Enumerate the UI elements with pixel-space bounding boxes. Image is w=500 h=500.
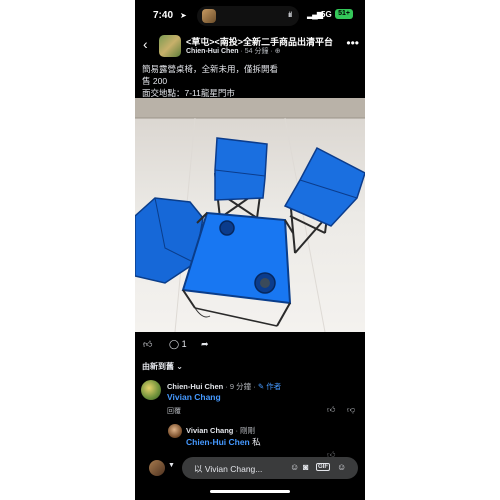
comment-input[interactable]: 以 Vivian Chang... ☺ ◙ GIF ☺ <box>182 457 358 479</box>
mention-link[interactable]: Chien-Hui Chen <box>186 437 250 447</box>
phone-screen: 7:40 ➤ ılıl ▂▄▆ 5G 51+ ‹ <草屯><南投>全新二手商品出… <box>135 0 365 500</box>
mention-link[interactable]: Vivian Chang <box>167 392 221 402</box>
like-icon[interactable]: 👍︎ <box>143 339 152 350</box>
audio-wave-icon: ılıl <box>288 12 292 19</box>
group-avatar[interactable] <box>159 35 181 57</box>
comment-sort-dropdown[interactable]: 由新到舊 ⌄ <box>142 361 183 372</box>
camping-furniture-image <box>135 98 365 332</box>
camera-icon[interactable]: ◙ <box>303 462 308 472</box>
post-header: ‹ <草屯><南投>全新二手商品出清平台 Chien-Hui Chen · 54… <box>135 32 365 58</box>
home-indicator <box>210 490 290 493</box>
post-photo[interactable] <box>135 98 365 332</box>
gif-icon[interactable]: GIF <box>316 463 330 471</box>
clock: 7:40 <box>153 10 174 21</box>
commenter-name[interactable]: Vivian Chang <box>186 426 233 435</box>
thumbs-down-icon[interactable]: 👎︎ <box>347 405 355 415</box>
comment-header: Chien-Hui Chen · 9 分鐘 · ✎ 作者 <box>167 381 281 392</box>
commenter-avatar[interactable] <box>141 380 161 400</box>
network-type: 5G <box>321 10 332 19</box>
comment-time: · 剛剛 <box>233 426 256 435</box>
dynamic-island[interactable]: ılıl <box>197 6 299 26</box>
comment-button[interactable]: ◯ 1 <box>169 339 187 350</box>
comment-text: Chien-Hui Chen 私 <box>186 436 261 448</box>
post-time: · 54 分鐘 · <box>238 48 275 55</box>
chevron-down-icon: ⌄ <box>176 362 183 371</box>
author-badge: ✎ 作者 <box>257 382 282 391</box>
back-arrow-icon[interactable]: ‹ <box>143 36 148 52</box>
signal-icon: ▂▄▆ <box>307 10 323 19</box>
comment-placeholder: 以 Vivian Chang... <box>194 464 263 474</box>
caret-down-icon[interactable]: ▼ <box>168 462 175 469</box>
comment-body: 私 <box>249 437 261 447</box>
current-user-avatar[interactable] <box>149 460 165 476</box>
comment-header: Vivian Chang · 剛剛 <box>186 425 255 436</box>
reply-button[interactable]: 回覆 <box>167 406 181 416</box>
more-options-icon[interactable]: ••• <box>346 36 359 50</box>
comment-text: Vivian Chang <box>167 392 221 402</box>
now-playing-thumbnail <box>202 9 216 23</box>
comment-time: · 9 分鐘 · <box>223 382 258 391</box>
avatar-sticker-icon[interactable]: ☺ <box>290 462 299 472</box>
post-author-line: Chien-Hui Chen · 54 分鐘 · ⊕ <box>186 46 281 56</box>
commenter-name[interactable]: Chien-Hui Chen <box>167 382 223 391</box>
post-price: 售 200 <box>142 76 168 86</box>
comment-composer: ▼ 以 Vivian Chang... ☺ ◙ GIF ☺ <box>135 455 365 481</box>
commenter-avatar[interactable] <box>168 424 182 438</box>
post-author[interactable]: Chien-Hui Chen <box>186 48 239 55</box>
post-body: 簡易露營桌椅，全新未用，僅拆開看 售 200 面交地點：7-11龍星門市 <box>142 63 357 99</box>
post-line: 簡易露營桌椅，全新未用，僅拆開看 <box>142 64 279 74</box>
battery-indicator: 51+ <box>335 9 353 19</box>
comment-count: 1 <box>181 339 187 349</box>
post-actions: 👍︎ ◯ 1 ➦ <box>141 339 361 353</box>
share-icon[interactable]: ➦ <box>201 339 209 350</box>
emoji-icon[interactable]: ☺ <box>337 462 346 472</box>
thumbs-up-icon[interactable]: 👍︎ <box>327 405 335 415</box>
sort-label: 由新到舊 <box>142 362 174 371</box>
globe-icon: ⊕ <box>274 48 281 55</box>
location-arrow-icon: ➤ <box>180 11 187 20</box>
status-bar: 7:40 ➤ ılıl ▂▄▆ 5G 51+ <box>135 0 365 32</box>
comment-icon: ◯ <box>169 339 180 349</box>
